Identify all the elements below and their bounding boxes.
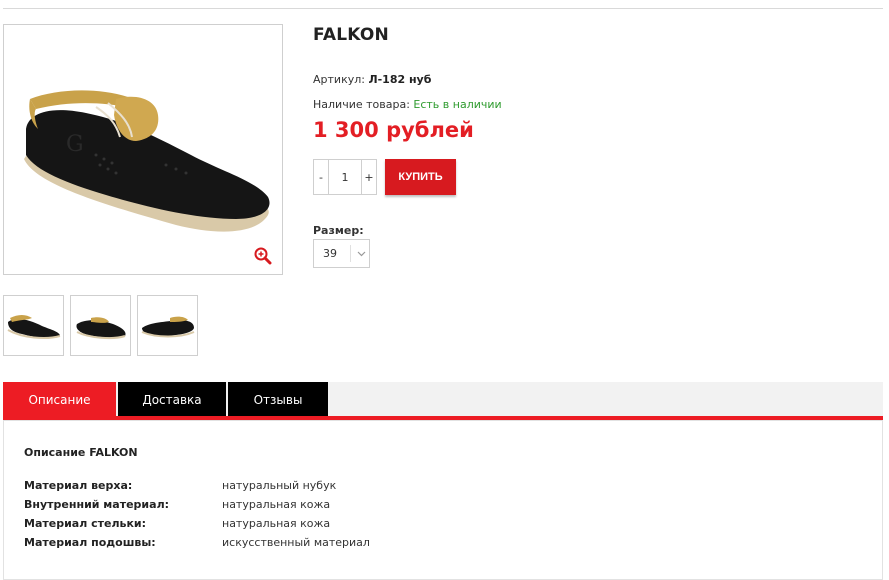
shoe-thumb-image — [7, 315, 61, 339]
availability-line: Наличие товара: Есть в наличии — [313, 98, 502, 111]
size-select[interactable]: 39 — [313, 239, 370, 268]
spec-key: Материал верха: — [24, 479, 133, 492]
tab-delivery[interactable]: Доставка — [118, 382, 226, 417]
quantity-input[interactable]: 1 — [328, 160, 362, 194]
spec-key: Внутренний материал: — [24, 498, 170, 511]
shoe-image: G — [24, 90, 270, 232]
quantity-minus-button[interactable]: - — [314, 160, 328, 194]
chevron-down-icon — [357, 251, 366, 256]
top-divider — [3, 8, 883, 9]
spec-value: натуральная кожа — [222, 498, 331, 511]
svg-text:G: G — [66, 132, 84, 157]
tab-description[interactable]: Описание — [3, 382, 116, 417]
zoom-in-icon[interactable] — [254, 247, 272, 265]
sku-line: Артикул: Л-182 нуб — [313, 73, 431, 86]
spec-key: Материал подошвы: — [24, 536, 156, 549]
sku-value: Л-182 нуб — [368, 73, 432, 86]
buy-button[interactable]: КУПИТЬ — [385, 159, 456, 195]
tab-reviews[interactable]: Отзывы — [228, 382, 328, 417]
shoe-thumbnail-2[interactable] — [70, 295, 131, 356]
product-title: FALKON — [313, 25, 389, 45]
availability-label: Наличие товара: — [313, 98, 410, 111]
main-product-image[interactable]: G — [3, 24, 283, 275]
shoe-thumbnail-3[interactable] — [137, 295, 198, 356]
spec-value: натуральный нубук — [222, 479, 337, 492]
availability-status: Есть в наличии — [413, 98, 502, 111]
sku-label: Артикул: — [313, 73, 365, 86]
quantity-plus-button[interactable]: + — [362, 160, 376, 194]
spec-value: искусственный материал — [222, 536, 370, 549]
quantity-stepper: - 1 + — [313, 159, 377, 195]
product-price: 1 300 рублей — [313, 118, 474, 142]
shoe-thumb-image — [141, 316, 195, 338]
shoe-thumb-image — [76, 317, 126, 340]
description-title: Описание FALKON — [24, 446, 138, 459]
shoe-thumbnail-1[interactable] — [3, 295, 64, 356]
spec-value: натуральная кожа — [222, 517, 331, 530]
spec-key: Материал стельки: — [24, 517, 147, 530]
select-divider — [350, 245, 351, 262]
size-value: 39 — [323, 247, 337, 260]
size-label: Размер: — [313, 224, 364, 237]
